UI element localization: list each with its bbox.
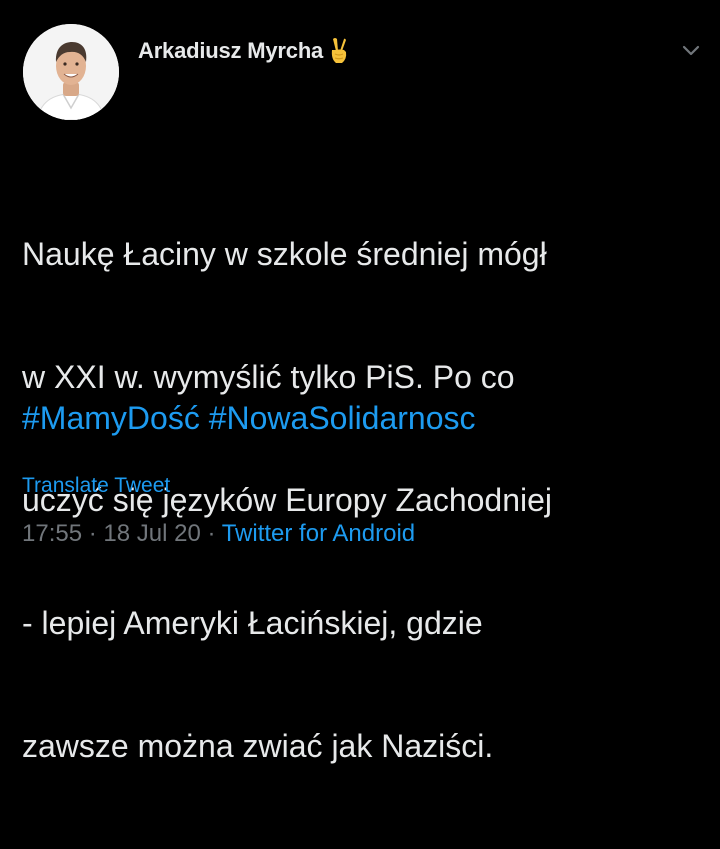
author-display-name[interactable]: Arkadiusz Myrcha <box>138 38 323 64</box>
translate-tweet-link[interactable]: Translate Tweet <box>22 474 170 498</box>
victory-hand-icon <box>327 37 351 65</box>
hashtag-row: #MamyDość #NowaSolidarnosc <box>22 398 476 439</box>
tweet-card: Arkadiusz Myrcha Naukę Łaciny w szkole ś… <box>0 0 720 764</box>
meta-separator: · <box>200 520 222 547</box>
meta-separator: · <box>82 520 104 547</box>
tweet-meta: 17:55 · 18 Jul 20 · Twitter for Android <box>22 520 415 548</box>
profile-photo-icon <box>23 24 119 120</box>
tweet-line: zawsze można zwiać jak Naziści. <box>22 728 494 764</box>
hashtag-link[interactable]: #NowaSolidarnosc <box>209 400 476 436</box>
tweet-source-link[interactable]: Twitter for Android <box>222 520 415 547</box>
author-header: Arkadiusz Myrcha <box>138 36 351 66</box>
tweet-line: Naukę Łaciny w szkole średniej mógł <box>22 236 547 272</box>
avatar[interactable] <box>23 24 119 120</box>
tweet-date: 18 Jul 20 <box>103 520 201 547</box>
hashtag-link[interactable]: #MamyDość <box>22 400 200 436</box>
tweet-time: 17:55 <box>22 520 83 547</box>
tweet-line: w XXI w. wymyślić tylko PiS. Po co <box>22 359 515 395</box>
chevron-down-icon[interactable] <box>680 40 702 60</box>
tweet-text: Naukę Łaciny w szkole średniej mógł w XX… <box>22 152 712 849</box>
tweet-line: - lepiej Ameryki Łacińskiej, gdzie <box>22 605 483 641</box>
